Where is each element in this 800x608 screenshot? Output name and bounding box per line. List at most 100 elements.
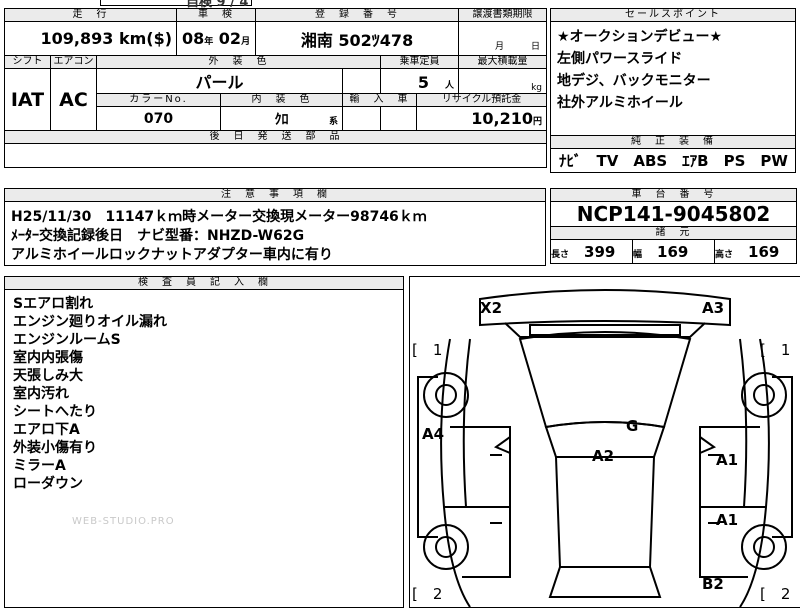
- width-label: 幅: [633, 250, 643, 260]
- notes-line: H25/11/30 11147ｋｍ時メーター交換現メーター98746ｋｍ: [11, 209, 427, 225]
- inspector-line: エアロ下A: [13, 422, 80, 438]
- sales-point-line: ★オークションデビュー★: [557, 29, 723, 45]
- length-cell: 長さ 399: [550, 239, 633, 264]
- shift-value: IAT: [4, 68, 51, 131]
- length-value: 399: [584, 243, 616, 261]
- notes-table: 注 意 事 項 欄 H25/11/30 11147ｋｍ時メーター交換現メーター9…: [4, 188, 546, 266]
- length-label: 長さ: [551, 250, 570, 260]
- mark-right-rear-door: A1: [716, 511, 739, 529]
- inspector-line: Sエアロ割れ: [13, 296, 94, 312]
- inspector-line: ミラーA: [13, 458, 66, 474]
- import-cell-a: [342, 106, 382, 131]
- height-value: 169: [748, 243, 780, 261]
- dimensions-header: 諸 元: [549, 226, 798, 240]
- car-diagram-panel: X2 A3 [ 1 [ 1 A4 G A2 A1 A1 [ 2 B2 [ 2: [409, 276, 800, 608]
- inspection-cell: 08年 02月: [176, 21, 257, 56]
- width-cell: 幅 169: [632, 239, 715, 264]
- width-value: 169: [657, 243, 689, 261]
- inspection-month-unit: 月: [241, 37, 251, 47]
- notes-cell: H25/11/30 11147ｋｍ時メーター交換現メーター98746ｋｍ ﾒｰﾀ…: [4, 201, 546, 266]
- aircon-value: AC: [50, 68, 97, 131]
- mark-right-front-wheel: [ 1: [760, 341, 791, 359]
- sales-points-cell: ★オークションデビュー★ 左側パワースライド 地デジ、バックモニター 社外アルミ…: [550, 21, 796, 136]
- recycle-unit: 円: [533, 117, 543, 127]
- sales-point-line: 左側パワースライド: [557, 51, 683, 67]
- car-diagram: [417, 289, 793, 607]
- mark-rear-right: B2: [702, 575, 724, 593]
- sales-points-header: セールスポイント: [550, 8, 796, 22]
- inspector-line: エンジン廻りオイル漏れ: [13, 314, 167, 330]
- deadline-day-unit: 日: [531, 42, 541, 52]
- capacity-header: 乗車定員: [380, 55, 460, 69]
- inspection-header: 車 検: [176, 8, 257, 22]
- mileage-value: 109,893: [40, 29, 114, 48]
- mark-front-left-bumper: X2: [480, 299, 503, 317]
- inspector-line: 室内汚れ: [13, 386, 69, 402]
- capacity-value: 5: [417, 73, 429, 92]
- mileage-header: 走 行: [3, 8, 178, 22]
- notes-line: ﾒｰﾀｰ交換記録後日 ナビ型番：NHZD-W62G: [11, 228, 305, 244]
- sales-points-table: セールスポイント ★オークションデビュー★ 左側パワースライド 地デジ、バックモ…: [550, 8, 796, 173]
- later-parts-header: 後 日 発 送 部 品: [3, 130, 548, 144]
- inspection-month: 02: [218, 29, 242, 48]
- sales-point-line: 社外アルミホイール: [557, 95, 683, 111]
- chassis-value: NCP141-9045802: [549, 201, 798, 227]
- shift-header: シフト: [4, 55, 51, 69]
- chassis-table: 車 台 番 号 NCP141-9045802 諸 元 長さ 399 幅 169 …: [549, 188, 798, 264]
- inspector-line: エンジンルームS: [13, 332, 121, 348]
- mark-right-front-door: A1: [716, 451, 739, 469]
- mark-right-rear-wheel: [ 2: [760, 585, 791, 603]
- registration-value: 湘南 502ﾂ478: [255, 21, 460, 56]
- recycle-cell: 10,210円: [416, 106, 548, 131]
- recycle-header: リサイクル預託金: [416, 93, 548, 107]
- capacity-unit: 人: [445, 81, 455, 91]
- inspector-panel: 検 査 員 記 入 欄 Sエアロ割れ エンジン廻りオイル漏れ エンジンルームS …: [4, 276, 404, 608]
- notes-line: アルミホイールロックナットアダプター車内に有り: [11, 247, 333, 263]
- max-load-unit: kg: [458, 68, 548, 94]
- equipment-header: 純 正 装 備: [550, 135, 796, 149]
- exterior-color-header: 外 装 色: [95, 55, 382, 69]
- inspector-line: 室内内張傷: [13, 350, 83, 366]
- inspection-year: 08: [181, 29, 205, 48]
- mileage-unit: km($): [118, 29, 173, 48]
- mark-roof: A2: [592, 447, 615, 465]
- aircon-header: エアコン: [50, 55, 97, 69]
- exterior-color-value: パール: [95, 68, 344, 94]
- inspector-line: 外装小傷有り: [13, 440, 97, 456]
- interior-color-suffix: 系: [329, 117, 339, 127]
- transfer-deadline-cell: 月 日: [458, 21, 548, 56]
- watermark: WEB-STUDIO.PRO: [72, 516, 175, 527]
- mark-left-front-door: A4: [422, 425, 445, 443]
- mark-front-right-bumper: A3: [702, 299, 725, 317]
- transfer-deadline-header: 譲渡書類期限: [458, 8, 548, 22]
- exterior-color-blank: [342, 68, 382, 94]
- sales-point-line: 地デジ、バックモニター: [557, 73, 711, 89]
- later-parts-value: [3, 143, 548, 168]
- notes-header: 注 意 事 項 欄: [4, 188, 546, 202]
- interior-color-value: ｸﾛ: [274, 111, 289, 128]
- inspector-header: 検 査 員 記 入 欄: [5, 277, 403, 290]
- inspector-line: シートへたり: [13, 404, 97, 420]
- import-header: 輸 入 車: [342, 93, 418, 107]
- recycle-value: 10,210: [471, 109, 533, 128]
- registration-header: 登 録 番 号: [255, 8, 460, 22]
- color-no-header: カラーNo.: [95, 93, 222, 107]
- mark-windshield: G: [626, 417, 639, 435]
- color-no-value: 070: [95, 106, 222, 131]
- interior-color-cell: ｸﾛ 系: [220, 106, 344, 131]
- chassis-header: 車 台 番 号: [549, 188, 798, 202]
- interior-color-header: 内 装 色: [220, 93, 344, 107]
- equipment-value: ﾅﾋﾞ TV ABS ｴｱB PS PW: [550, 148, 796, 173]
- max-load-header: 最大積載量: [458, 55, 548, 69]
- import-cell-b: [380, 106, 418, 131]
- height-cell: 高さ 169: [713, 239, 798, 264]
- deadline-month-unit: 月: [494, 42, 504, 52]
- vehicle-info-table: 走 行 車 検 登 録 番 号 譲渡書類期限 109,893 km($) 08年…: [3, 8, 548, 168]
- inspector-line: 天張しみ大: [13, 368, 83, 384]
- mark-left-front-wheel: [ 1: [412, 341, 443, 359]
- capacity-cell: 5 人: [380, 68, 460, 94]
- mileage-cell: 109,893 km($): [3, 21, 178, 56]
- inspection-year-unit: 年: [204, 37, 214, 47]
- inspector-line: ローダウン: [13, 476, 83, 492]
- height-label: 高さ: [715, 250, 734, 260]
